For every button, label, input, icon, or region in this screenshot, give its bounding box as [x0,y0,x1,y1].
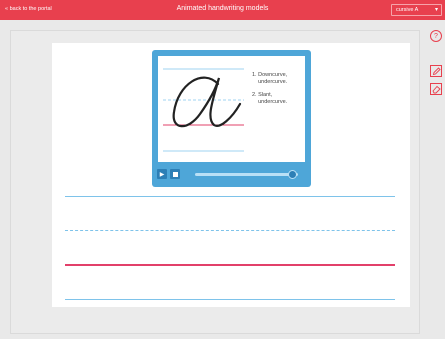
video-player: 1. Downcurve, undercurve. 2. Slant, unde… [152,50,311,187]
progress-handle[interactable] [288,170,298,179]
stop-icon [172,171,178,177]
help-icon[interactable]: ? [430,30,442,42]
play-icon: ▶ [159,171,165,178]
handwriting-style-select[interactable]: cursive A ▾ [391,4,442,16]
video-screen: 1. Downcurve, undercurve. 2. Slant, unde… [158,56,305,162]
guide-line-base [65,264,395,266]
guide-line-mid [65,230,395,231]
stroke-step-1: 1. Downcurve, undercurve. [252,72,288,85]
eraser-icon[interactable] [430,83,442,95]
progress-track[interactable] [195,173,298,176]
style-select-value: cursive A [396,7,419,13]
guide-line-bottom [65,299,395,300]
stop-button[interactable] [170,169,180,179]
chevron-down-icon: ▾ [434,7,438,13]
play-button[interactable]: ▶ [157,169,167,179]
player-controls: ▶ [152,166,311,182]
pencil-icon[interactable] [430,65,442,77]
page-title: Animated handwriting models [176,5,269,12]
guide-line-top [65,196,395,197]
top-bar: « back to the portal Animated handwritin… [0,0,445,20]
stroke-step-2: 2. Slant, undercurve. [252,92,288,105]
